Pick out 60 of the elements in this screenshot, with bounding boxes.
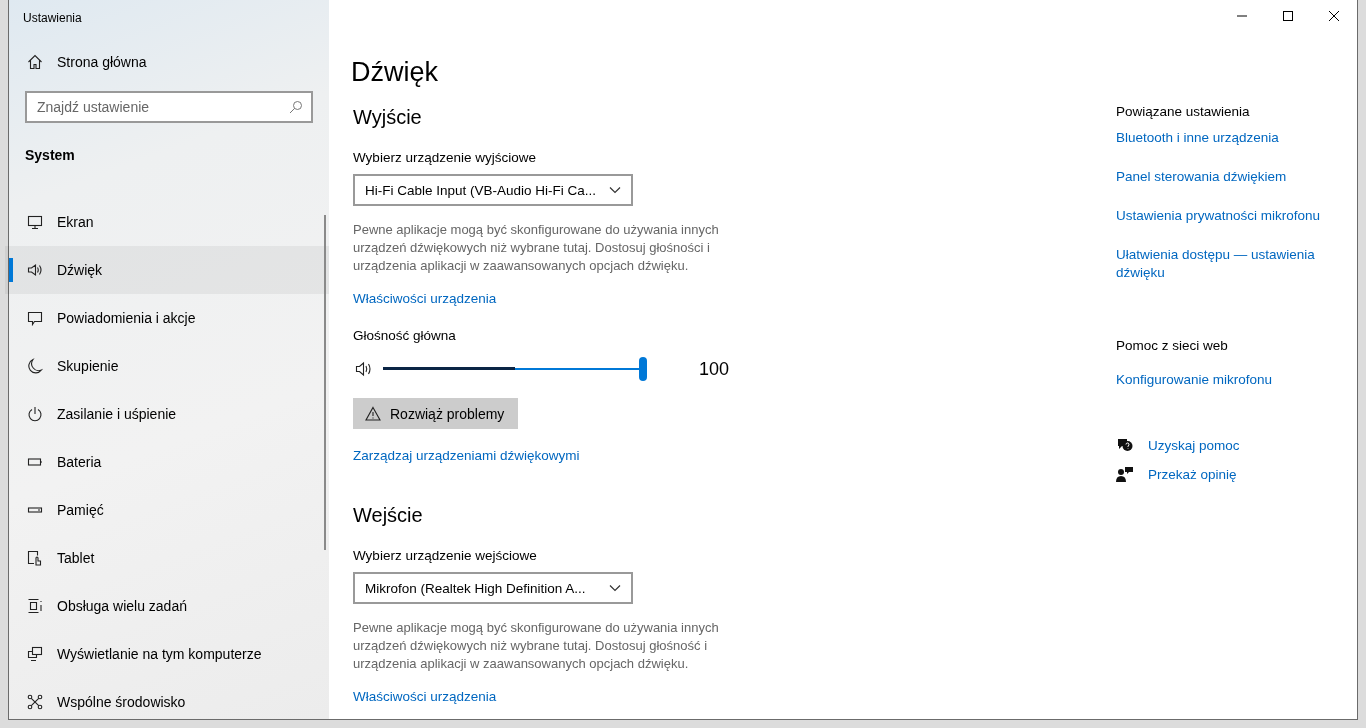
web-help-heading: Pomoc z sieci web xyxy=(1116,338,1229,353)
monitor-icon xyxy=(27,214,43,230)
home-link[interactable]: Strona główna xyxy=(27,54,329,70)
manage-devices-link[interactable]: Zarządzaj urządzeniami dźwiękowymi xyxy=(353,448,580,463)
selection-indicator xyxy=(9,258,13,282)
sidebar-item[interactable]: Dźwięk xyxy=(5,246,329,294)
sidebar-item[interactable]: Pamięć xyxy=(5,486,329,534)
volume-label: Głośność główna xyxy=(352,328,457,343)
related-heading: Powiązane ustawienia xyxy=(1116,104,1251,119)
section-heading: Wyjście xyxy=(352,106,423,129)
help-link[interactable]: Przekaż opinię xyxy=(1148,466,1237,482)
scrollbar[interactable] xyxy=(324,215,326,550)
warning-icon xyxy=(365,406,381,421)
chevron-down-icon xyxy=(609,584,621,592)
close-icon xyxy=(1329,11,1339,21)
sidebar-item[interactable]: Zasilanie i uśpienie xyxy=(5,390,329,438)
description-text: Pewne aplikacje mogą być skonfigurowane do używania innych urządzeń dźwiękowych niż wybrane tutaj. Dostosuj głośność i urządzenia aplikacji w zaawansowanych opcjach dźwięku. xyxy=(353,619,720,673)
device-dropdown[interactable]: Hi-Fi Cable Input (VB-Audio Hi-Fi Ca... xyxy=(353,174,633,206)
web-help-link[interactable]: Konfigurowanie mikrofonu xyxy=(1116,371,1356,389)
sidebar-item[interactable]: Bateria xyxy=(5,438,329,486)
related-link[interactable]: Bluetooth i inne urządzenia xyxy=(1116,129,1356,147)
feedback-person-icon xyxy=(1116,466,1134,482)
network-nodes-icon xyxy=(27,694,43,710)
help-chat-icon xyxy=(1116,437,1134,453)
slider-thumb[interactable] xyxy=(639,357,647,381)
troubleshoot-button[interactable]: Rozwiąż problemy xyxy=(353,398,518,429)
moon-icon xyxy=(27,358,43,374)
section-heading: Wejście xyxy=(352,504,424,527)
sidebar-item[interactable]: Wyświetlanie na tym komputerze xyxy=(5,630,329,678)
device-label: Wybierz urządzenie wyjściowe xyxy=(352,150,537,165)
message-icon xyxy=(27,310,43,326)
related-link[interactable]: Panel sterowania dźwiękiem xyxy=(1116,168,1356,186)
device-properties-link[interactable]: Właściwości urządzenia xyxy=(353,689,497,704)
description-text: Pewne aplikacje mogą być skonfigurowane do używania innych urządzeń dźwiękowych niż wybrane tutaj. Dostosuj głośności i urządzenia aplikacji w zaawansowanych opcjach dźwięku. xyxy=(353,221,720,275)
sidebar-item[interactable]: Ekran xyxy=(5,198,329,246)
home-icon xyxy=(27,54,43,70)
related-link[interactable]: Ułatwienia dostępu — ustawienia dźwięku xyxy=(1116,246,1356,282)
help-link[interactable]: Uzyskaj pomoc xyxy=(1148,437,1240,453)
tablet-icon xyxy=(27,550,43,566)
page-title: Dźwięk xyxy=(351,57,439,88)
power-icon xyxy=(27,406,43,422)
search-icon xyxy=(289,100,303,114)
sidebar-item[interactable]: Wspólne środowisko xyxy=(5,678,329,720)
related-link[interactable]: Ustawienia prywatności mikrofonu xyxy=(1116,207,1356,225)
multitask-icon xyxy=(27,598,43,614)
maximize-icon xyxy=(1283,11,1293,21)
sidebar-item[interactable]: Powiadomienia i akcje xyxy=(5,294,329,342)
chevron-down-icon xyxy=(609,186,621,194)
speaker-icon xyxy=(27,262,43,278)
device-label: Wybierz urządzenie wejściowe xyxy=(352,548,538,563)
device-properties-link[interactable]: Właściwości urządzenia xyxy=(353,291,497,306)
section-heading: System xyxy=(25,147,76,163)
volume-reading: 100 xyxy=(699,358,730,380)
project-icon xyxy=(27,646,43,662)
sidebar-item[interactable]: Obsługa wielu zadań xyxy=(5,582,329,630)
search-field[interactable]: Znajdź ustawienie xyxy=(25,91,313,123)
sidebar-item[interactable]: Tablet xyxy=(5,534,329,582)
device-dropdown[interactable]: Mikrofon (Realtek High Definition A... xyxy=(353,572,633,604)
window-title: Ustawienia xyxy=(22,10,83,25)
sidebar-item[interactable]: Skupienie xyxy=(5,342,329,390)
